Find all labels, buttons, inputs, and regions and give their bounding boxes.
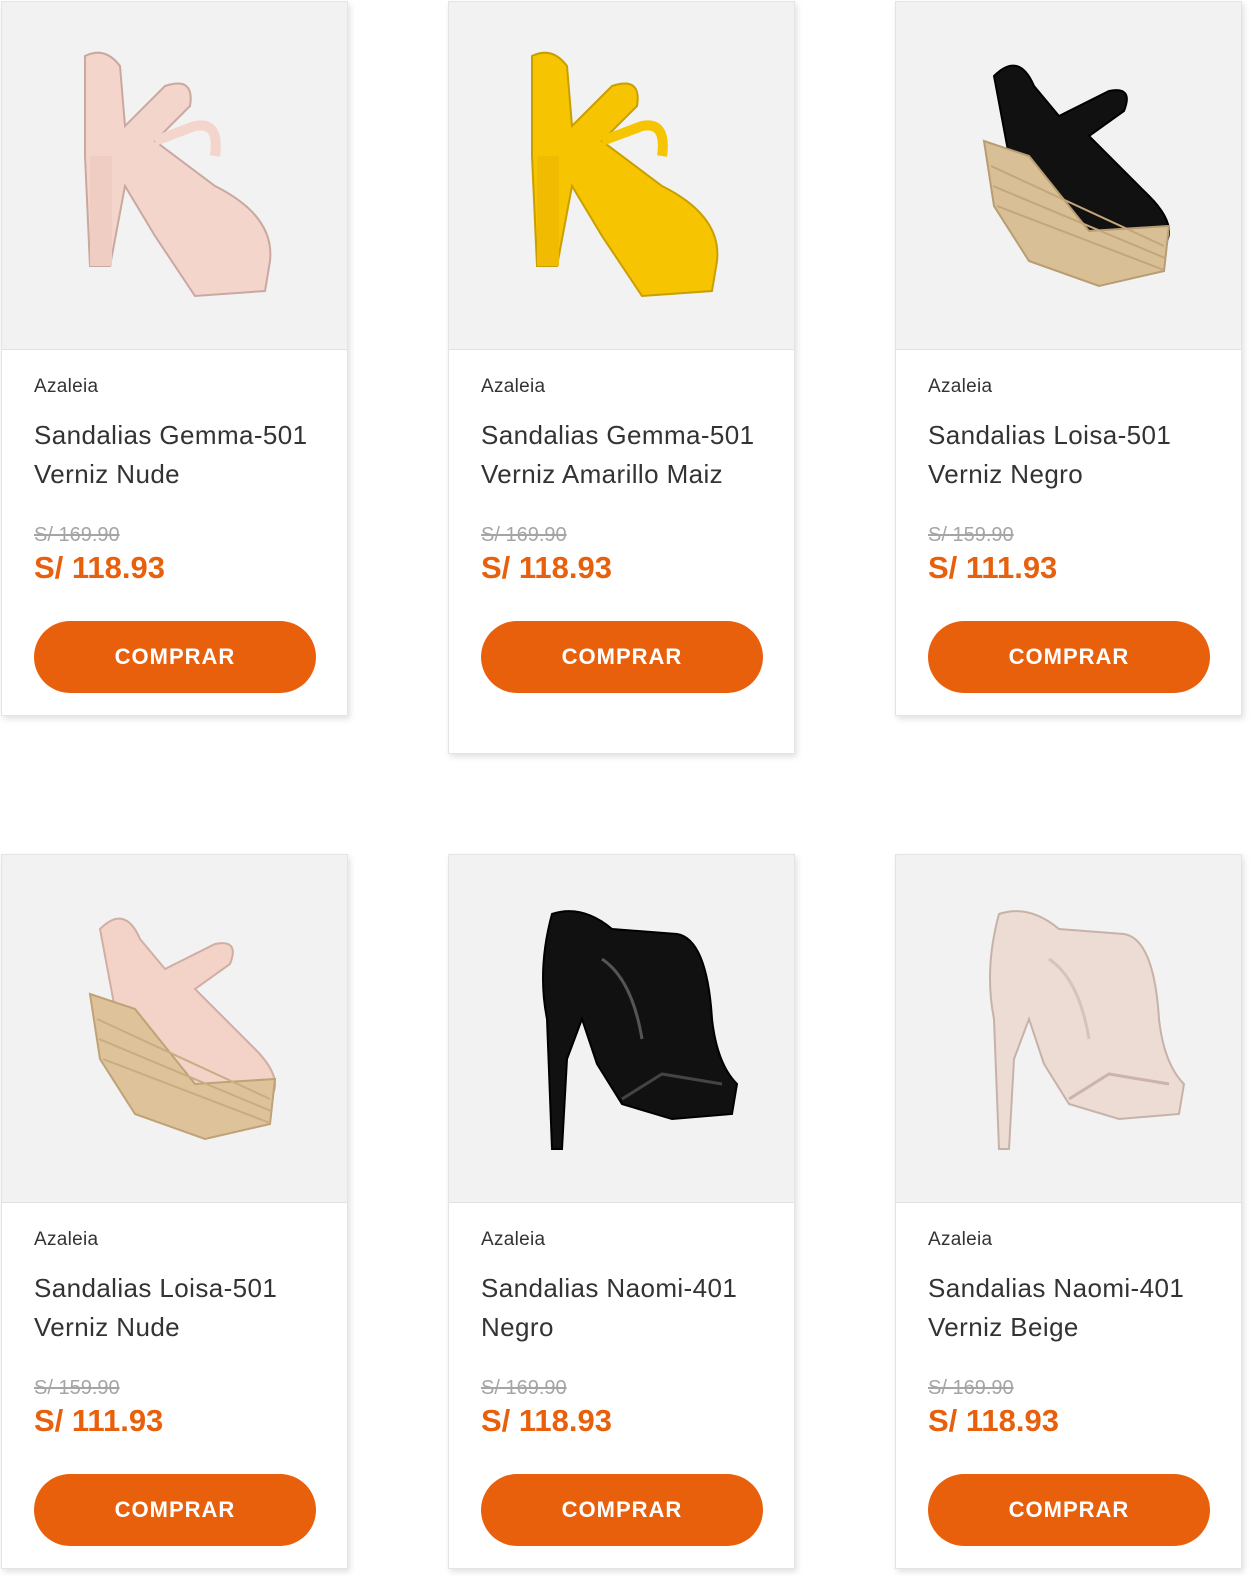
product-price: S/ 118.93 — [34, 550, 166, 585]
product-old-price: S/ 159.90 — [34, 1377, 120, 1399]
product-image[interactable] — [2, 855, 347, 1203]
buy-button[interactable]: COMPRAR — [928, 621, 1210, 693]
product-name[interactable]: Sandalias Gemma-501 Verniz Nude — [34, 416, 315, 494]
heeled-sandal-icon — [83, 51, 271, 297]
product-card[interactable]: Azaleia Sandalias Naomi-401 Negro S/ 169… — [448, 854, 795, 1569]
product-old-price: S/ 169.90 — [481, 1377, 567, 1399]
product-name[interactable]: Sandalias Naomi-401 Negro — [481, 1269, 762, 1347]
product-price: S/ 111.93 — [928, 550, 1058, 585]
product-image[interactable] — [449, 2, 794, 350]
product-price: S/ 118.93 — [481, 1403, 613, 1438]
product-card[interactable]: Azaleia Sandalias Loisa-501 Verniz Nude … — [1, 854, 348, 1569]
product-brand: Azaleia — [928, 1229, 993, 1250]
product-image[interactable] — [449, 855, 794, 1203]
product-old-price: S/ 169.90 — [481, 524, 567, 546]
wedge-sandal-icon — [982, 64, 1170, 287]
buy-button[interactable]: COMPRAR — [481, 621, 763, 693]
product-brand: Azaleia — [481, 1229, 546, 1250]
product-old-price: S/ 169.90 — [928, 1377, 1014, 1399]
product-old-price: S/ 159.90 — [928, 524, 1014, 546]
product-image[interactable] — [896, 2, 1241, 350]
product-brand: Azaleia — [481, 376, 546, 397]
heeled-sandal-icon — [530, 51, 718, 297]
product-card[interactable]: Azaleia Sandalias Gemma-501 Verniz Nude … — [1, 1, 348, 716]
product-brand: Azaleia — [34, 1229, 99, 1250]
product-name[interactable]: Sandalias Loisa-501 Verniz Nude — [34, 1269, 315, 1347]
product-old-price: S/ 169.90 — [34, 524, 120, 546]
product-name[interactable]: Sandalias Gemma-501 Verniz Amarillo Maiz — [481, 416, 762, 494]
product-name[interactable]: Sandalias Loisa-501 Verniz Negro — [928, 416, 1209, 494]
buy-button[interactable]: COMPRAR — [34, 1474, 316, 1546]
product-card[interactable]: Azaleia Sandalias Naomi-401 Verniz Beige… — [895, 854, 1242, 1569]
product-price: S/ 118.93 — [481, 550, 613, 585]
product-brand: Azaleia — [928, 376, 993, 397]
product-image[interactable] — [896, 855, 1241, 1203]
product-price: S/ 118.93 — [928, 1403, 1060, 1438]
product-brand: Azaleia — [34, 376, 99, 397]
product-name[interactable]: Sandalias Naomi-401 Verniz Beige — [928, 1269, 1209, 1347]
product-price: S/ 111.93 — [34, 1403, 164, 1438]
buy-button[interactable]: COMPRAR — [34, 621, 316, 693]
product-card[interactable]: Azaleia Sandalias Loisa-501 Verniz Negro… — [895, 1, 1242, 716]
wedge-sandal-icon — [88, 917, 276, 1140]
product-image[interactable] — [2, 2, 347, 350]
buy-button[interactable]: COMPRAR — [481, 1474, 763, 1546]
buy-button[interactable]: COMPRAR — [928, 1474, 1210, 1546]
mule-heel-icon — [541, 909, 738, 1150]
product-card[interactable]: Azaleia Sandalias Gemma-501 Verniz Amari… — [448, 1, 795, 754]
mule-heel-icon — [988, 909, 1185, 1150]
